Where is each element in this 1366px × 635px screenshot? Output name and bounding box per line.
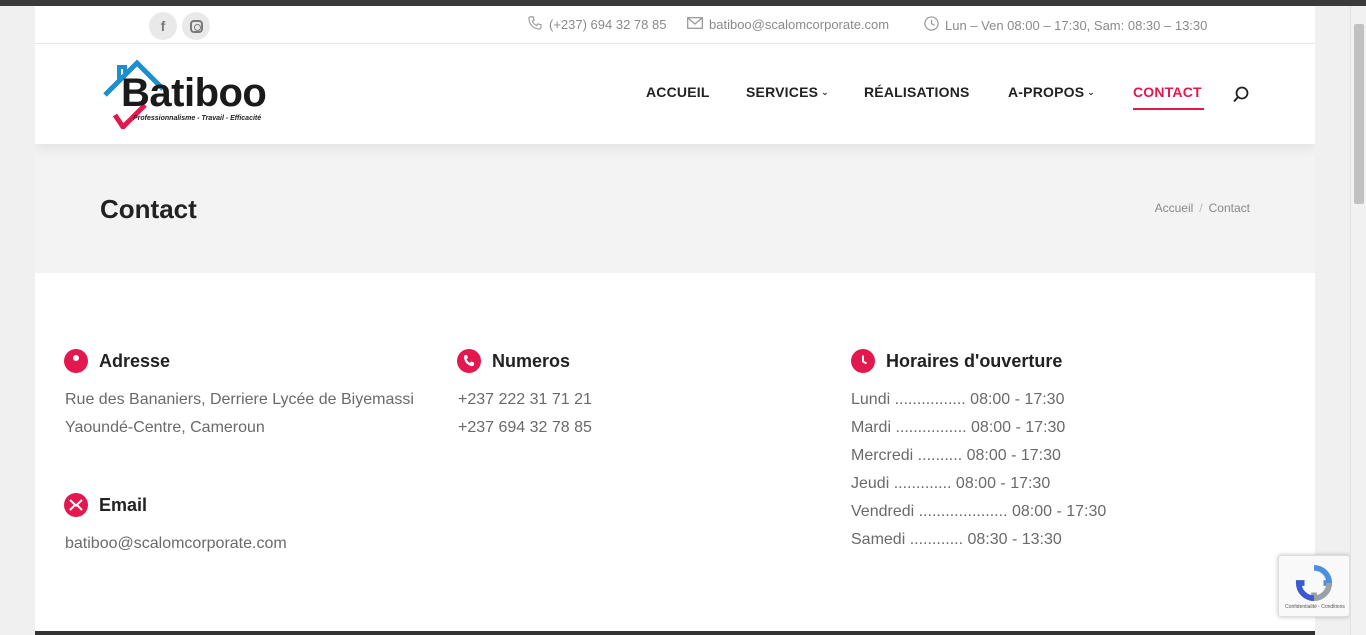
nav-accueil-label: ACCUEIL <box>646 84 710 100</box>
facebook-icon[interactable]: f <box>149 12 177 40</box>
instagram-glyph <box>189 19 203 33</box>
scrollbar[interactable] <box>1350 6 1366 635</box>
scrollbar-thumb[interactable] <box>1354 24 1364 204</box>
nav-contact[interactable]: CONTACT <box>1133 84 1202 100</box>
horaire-line: Samedi ............ 08:30 - 13:30 <box>851 531 1062 548</box>
topbar-phone[interactable]: (+237) 694 32 78 85 <box>527 16 666 33</box>
nav-apropos[interactable]: A-PROPOS ⌄ <box>1008 84 1095 100</box>
site-logo[interactable]: Batiboo Professionnalisme - Travail - Ef… <box>101 57 311 129</box>
logo-tagline: Professionnalisme - Travail - Efficacité <box>133 115 262 122</box>
horaire-line: Mercredi .......... 08:00 - 17:30 <box>851 447 1061 464</box>
nav-services[interactable]: SERVICES ⌄ <box>746 84 829 100</box>
clock-icon <box>923 16 939 34</box>
breadcrumb-current: Contact <box>1208 201 1250 215</box>
instagram-icon[interactable] <box>182 12 210 40</box>
horaire-line: Mardi ................ 08:00 - 17:30 <box>851 419 1066 436</box>
topbar-email-text: batiboo@scalomcorporate.com <box>709 16 890 32</box>
nav-realisations[interactable]: RÉALISATIONS <box>864 84 970 100</box>
email-heading-text: Email <box>99 494 148 515</box>
chevron-down-icon: ⌄ <box>1087 86 1096 97</box>
topbar-hours-text: Lun – Ven 08:00 – 17:30, Sam: 08:30 – 13… <box>945 17 1208 33</box>
nav-realisations-label: RÉALISATIONS <box>864 84 970 100</box>
nav-active-underline <box>1133 108 1204 110</box>
location-pin-icon <box>64 349 88 373</box>
bottom-strip <box>35 631 1315 635</box>
numeros-heading-text: Numeros <box>492 350 571 371</box>
phone-number[interactable]: +237 694 32 78 85 <box>458 414 592 442</box>
facebook-glyph: f <box>160 18 166 34</box>
email-link[interactable]: batiboo@scalomcorporate.com <box>65 530 287 558</box>
adresse-line: Rue des Bananiers, Derriere Lycée de Biy… <box>65 391 414 408</box>
adresse-text: Rue des Bananiers, Derriere Lycée de Biy… <box>65 386 414 442</box>
horaires-heading: Horaires d'ouverture <box>851 349 1062 373</box>
topbar-hours: Lun – Ven 08:00 – 17:30, Sam: 08:30 – 13… <box>923 16 1207 34</box>
recaptcha-badge[interactable]: Confidentialité - Conditions <box>1278 555 1350 617</box>
clock-icon <box>851 349 875 373</box>
topbar-phone-text: (+237) 694 32 78 85 <box>549 17 667 32</box>
adresse-heading-text: Adresse <box>99 350 171 371</box>
adresse-heading: Adresse <box>64 349 170 373</box>
breadcrumb: Accueil / Contact <box>1155 201 1250 215</box>
horaire-line: Jeudi ............. 08:00 - 17:30 <box>851 475 1051 492</box>
chevron-down-icon: ⌄ <box>821 86 829 97</box>
search-icon[interactable] <box>1232 86 1250 104</box>
nav-apropos-label: A-PROPOS <box>1008 84 1085 100</box>
recaptcha-text: Confidentialité - Conditions <box>1285 604 1345 610</box>
nav-accueil[interactable]: ACCUEIL <box>646 84 710 100</box>
phone-number[interactable]: +237 222 31 71 21 <box>458 386 592 414</box>
horaires-heading-text: Horaires d'ouverture <box>886 350 1063 371</box>
horaire-line: Lundi ................ 08:00 - 17:30 <box>851 391 1065 408</box>
email-heading: Email <box>64 493 147 517</box>
phone-icon <box>457 349 481 373</box>
envelope-icon <box>64 493 88 517</box>
adresse-line: Yaoundé-Centre, Cameroun <box>65 419 265 436</box>
page-title-band: Contact Accueil / Contact <box>35 144 1315 273</box>
email-text: batiboo@scalomcorporate.com <box>65 530 287 558</box>
mail-icon <box>687 16 703 32</box>
nav-services-label: SERVICES <box>746 84 819 100</box>
horaire-line: Vendredi .................... 08:00 - 17… <box>851 503 1107 520</box>
recaptcha-icon <box>1295 564 1333 602</box>
numeros-text: +237 222 31 71 21 +237 694 32 78 85 <box>458 386 592 442</box>
top-bar: f (+237) 694 32 78 85 batiboo@scalomcorp… <box>35 6 1315 44</box>
topbar-email[interactable]: batiboo@scalomcorporate.com <box>687 16 889 32</box>
breadcrumb-separator: / <box>1199 201 1203 215</box>
breadcrumb-accueil[interactable]: Accueil <box>1155 201 1194 215</box>
numeros-heading: Numeros <box>457 349 570 373</box>
logo-wordmark: Batiboo <box>121 71 267 115</box>
horaires-list: Lundi ................ 08:00 - 17:30 Mar… <box>851 386 1106 554</box>
site-header: Batiboo Professionnalisme - Travail - Ef… <box>35 44 1315 144</box>
page-title: Contact <box>100 194 197 224</box>
phone-icon <box>527 16 543 33</box>
nav-contact-label: CONTACT <box>1133 84 1202 100</box>
